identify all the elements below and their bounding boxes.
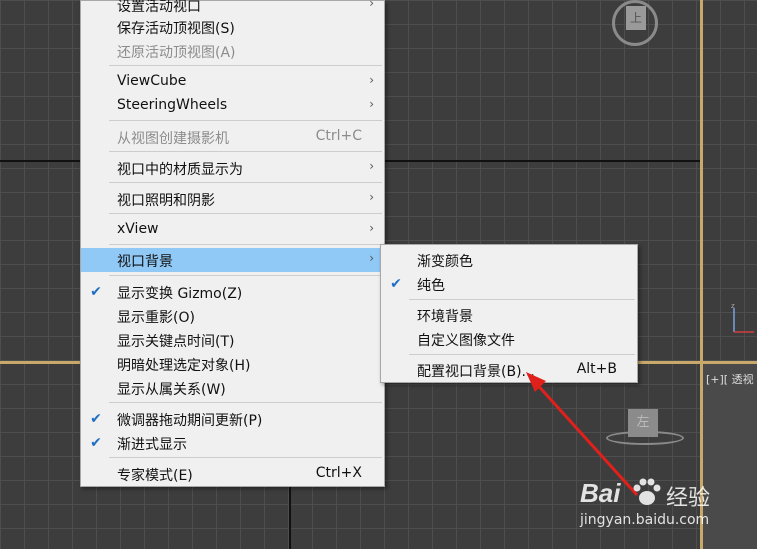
viewcube-left[interactable]: 左	[606, 405, 686, 447]
watermark-brand-cn: 经验	[666, 486, 711, 511]
chevron-right-icon: ›	[369, 97, 374, 111]
viewport-context-menu: 设置活动视口 › 保存活动顶视图(S) 还原活动顶视图(A) ViewCube …	[80, 0, 385, 487]
menu-item-xview[interactable]: xView ›	[81, 218, 384, 242]
menu-separator	[109, 65, 382, 66]
submenu-item-solid-color[interactable]: ✔ 纯色	[381, 272, 637, 296]
viewcube-top[interactable]: 上	[612, 0, 662, 48]
menu-separator	[109, 457, 382, 458]
menu-item-show-key-times[interactable]: 显示关键点时间(T)	[81, 328, 384, 352]
menu-item-expert-mode[interactable]: 专家模式(E) Ctrl+X	[81, 462, 384, 486]
menu-item-save-active-top-view[interactable]: 保存活动顶视图(S)	[81, 15, 384, 39]
watermark: Bai 经验 jingyan.baidu.com	[580, 478, 750, 538]
checkmark-icon: ✔	[390, 276, 402, 292]
watermark-brand: Bai	[580, 478, 621, 508]
perspective-viewport-label[interactable]: [+][ 透视	[706, 371, 754, 387]
menu-item-steeringwheels[interactable]: SteeringWheels ›	[81, 94, 384, 118]
checkmark-icon: ✔	[90, 284, 102, 300]
menu-item-lighting-shadows[interactable]: 视口照明和阴影 ›	[81, 187, 384, 211]
submenu-item-environment-background[interactable]: 环境背景	[381, 303, 637, 327]
menu-separator	[109, 151, 382, 152]
menu-item-show-ghosting[interactable]: 显示重影(O)	[81, 304, 384, 328]
chevron-right-icon: ›	[369, 221, 374, 235]
menu-item-update-during-spinner-drag[interactable]: ✔ 微调器拖动期间更新(P)	[81, 407, 384, 431]
menu-separator	[109, 120, 382, 121]
viewcube-face-left[interactable]: 左	[628, 409, 658, 437]
menu-item-viewcube[interactable]: ViewCube ›	[81, 70, 384, 94]
submenu-item-gradient-color[interactable]: 渐变颜色	[381, 248, 637, 272]
menu-item-create-camera-from-view[interactable]: 从视图创建摄影机 Ctrl+C	[81, 125, 384, 149]
watermark-url: jingyan.baidu.com	[580, 512, 710, 528]
axis-tripod-icon: z	[731, 302, 754, 333]
menu-item-show-transform-gizmo[interactable]: ✔ 显示变换 Gizmo(Z)	[81, 280, 384, 304]
menu-separator	[109, 244, 382, 245]
viewcube-face-top[interactable]: 上	[626, 6, 646, 30]
chevron-right-icon: ›	[369, 159, 374, 173]
menu-item-viewport-background[interactable]: 视口背景 ›	[81, 248, 384, 272]
menu-separator	[109, 402, 382, 403]
checkmark-icon: ✔	[90, 411, 102, 427]
menu-item-show-dependencies[interactable]: 显示从属关系(W)	[81, 376, 384, 400]
svg-text:z: z	[731, 302, 735, 310]
menu-item-progressive-display[interactable]: ✔ 渐进式显示	[81, 431, 384, 455]
submenu-item-configure-viewport-background[interactable]: 配置视口背景(B)... Alt+B	[381, 358, 637, 382]
menu-separator	[109, 275, 382, 276]
chevron-right-icon: ›	[369, 73, 374, 87]
chevron-right-icon: ›	[369, 251, 374, 265]
menu-separator	[109, 213, 382, 214]
menu-item-restore-active-top-view[interactable]: 还原活动顶视图(A)	[81, 39, 384, 63]
chevron-right-icon: ›	[369, 190, 374, 204]
menu-item-material-display[interactable]: 视口中的材质显示为 ›	[81, 156, 384, 180]
menu-separator	[409, 354, 635, 355]
menu-item-shade-selected[interactable]: 明暗处理选定对象(H)	[81, 352, 384, 376]
viewport-background-submenu: 渐变颜色 ✔ 纯色 环境背景 自定义图像文件 配置视口背景(B)... Alt+…	[380, 244, 638, 383]
checkmark-icon: ✔	[90, 435, 102, 451]
paw-icon	[633, 478, 661, 505]
chevron-right-icon: ›	[369, 0, 374, 10]
menu-separator	[109, 182, 382, 183]
menu-separator	[409, 299, 635, 300]
submenu-item-custom-image-file[interactable]: 自定义图像文件	[381, 327, 637, 351]
